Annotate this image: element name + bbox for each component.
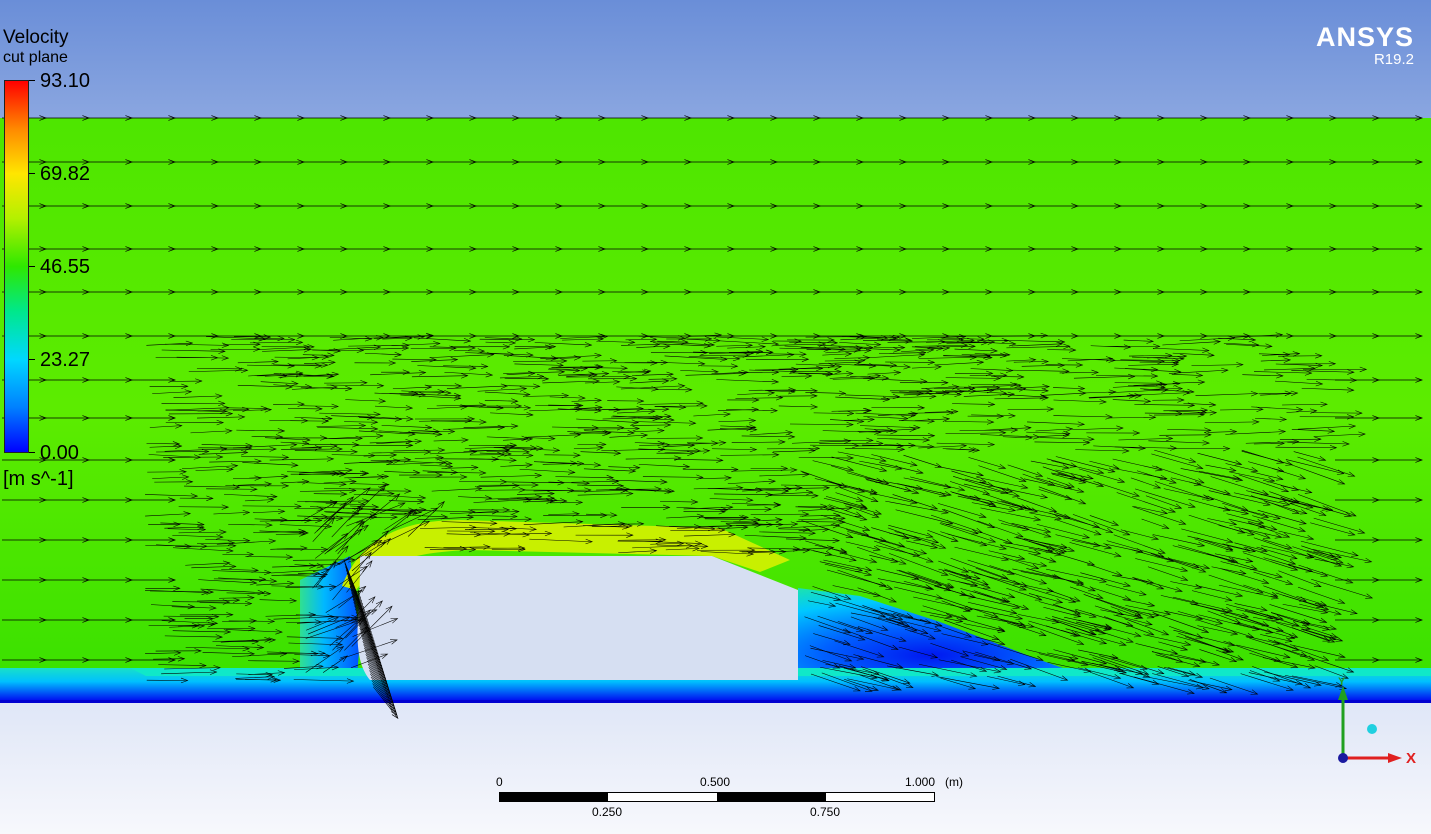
scale-label-0750: 0.750 bbox=[810, 805, 841, 819]
viewport[interactable]: Velocity cut plane 93.10 69.82 46.55 23.… bbox=[0, 0, 1431, 834]
legend-tick: 69.82 bbox=[40, 163, 91, 185]
z-axis-origin bbox=[1338, 753, 1348, 763]
legend-tick-mark bbox=[29, 452, 35, 453]
legend-tick-mark bbox=[29, 80, 35, 81]
ground-line bbox=[0, 700, 1431, 703]
scale-label-0250: 0.250 bbox=[592, 805, 623, 819]
scale-segment bbox=[500, 793, 608, 801]
z-axis-dot bbox=[1367, 724, 1377, 734]
y-axis-label: Y bbox=[1338, 676, 1346, 688]
velocity-field bbox=[0, 115, 1431, 719]
legend-colorbar bbox=[4, 80, 29, 453]
legend-subtitle: cut plane bbox=[3, 49, 68, 66]
x-axis-label: X bbox=[1406, 750, 1417, 767]
scale-unit: (m) bbox=[945, 775, 963, 789]
x-axis-arrowhead bbox=[1388, 753, 1402, 763]
scale-label-1000: 1.000 bbox=[905, 775, 936, 789]
legend-title: Velocity bbox=[3, 27, 69, 48]
scale-segment bbox=[717, 793, 826, 801]
ansys-version: R19.2 bbox=[1373, 51, 1414, 68]
legend-tick: 23.27 bbox=[40, 349, 91, 371]
legend-tick-min: 0.00 bbox=[40, 442, 79, 464]
legend-tick-mark bbox=[29, 266, 35, 267]
scale-label-0: 0 bbox=[496, 775, 503, 789]
legend-units: [m s^-1] bbox=[3, 468, 74, 490]
legend-tick: 46.55 bbox=[40, 256, 91, 278]
legend-tick-max: 93.10 bbox=[40, 70, 91, 92]
vehicle-body bbox=[357, 556, 798, 680]
legend-tick-mark bbox=[29, 173, 35, 174]
y-axis-arrowhead bbox=[1338, 686, 1348, 700]
scale-label-0500: 0.500 bbox=[700, 775, 731, 789]
scale-bar bbox=[499, 792, 935, 802]
ansys-logo: ANSYS bbox=[1315, 22, 1414, 52]
legend-tick-mark bbox=[29, 359, 35, 360]
